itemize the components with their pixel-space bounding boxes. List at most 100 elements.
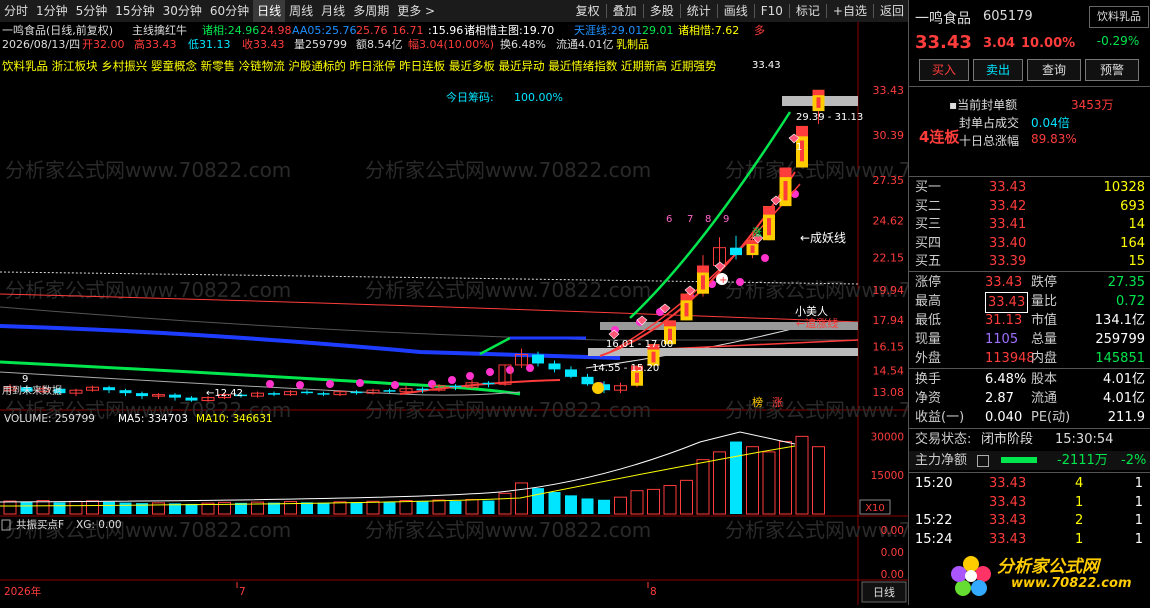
sell-button[interactable]: 卖出 — [973, 59, 1023, 81]
toolbar-button-3[interactable]: 统计 — [683, 0, 715, 22]
volume-bar — [350, 502, 363, 514]
price-change: 3.04 — [983, 36, 1016, 51]
price-tick: 14.54 — [873, 364, 905, 377]
watermark: 分析家公式网www.70822.com — [5, 158, 291, 182]
toolbar-button-7[interactable]: +自选 — [829, 0, 871, 22]
stock-code: 605179 — [983, 9, 1033, 24]
header2-text-10: 乳制品 — [616, 38, 649, 51]
order-row[interactable]: 买二 33.42 693 — [909, 197, 1150, 216]
tick-time: 15:22 — [915, 513, 953, 528]
period-tab-4[interactable]: 30分钟 — [159, 0, 206, 22]
tick-count: 1 — [1134, 476, 1143, 491]
logo-url: www.70822.com — [1011, 576, 1132, 591]
period-tab-10[interactable]: 更多 > — [393, 0, 439, 22]
stat-value: 113948 — [985, 351, 1035, 366]
volume-ma5: MA5: 334703 — [118, 413, 188, 425]
main-flow-pct: -2% — [1121, 453, 1147, 468]
buy-button[interactable]: 买入 — [919, 59, 969, 81]
annot-cheng-yao: ←成妖线 — [800, 231, 846, 245]
toolbar-button-5[interactable]: F10 — [757, 0, 787, 22]
toolbar-button-1[interactable]: 叠加 — [609, 0, 641, 22]
volume-bar — [663, 485, 677, 515]
tick-qty: 1 — [1075, 494, 1084, 510]
list-icon[interactable] — [977, 455, 989, 467]
watermark: 分析家公式网www.70822.com — [365, 518, 651, 542]
period-tab-9[interactable]: 多周期 — [349, 0, 393, 22]
period-tab-7[interactable]: 周线 — [285, 0, 317, 22]
stat-label: 外盘 — [915, 351, 942, 366]
volume-bar — [696, 459, 710, 515]
header2-text-2: 高33.43 — [134, 37, 177, 51]
kline-chart[interactable]: 分析家公式网www.70822.com 分析家公式网www.70822.com 分析… — [0, 22, 1011, 605]
signal-dot — [448, 376, 456, 384]
price-tick: 33.43 — [873, 84, 905, 97]
chip-value: 100.00% — [514, 91, 563, 104]
query-button[interactable]: 查询 — [1027, 59, 1081, 81]
limit-value-1: 3453万 — [1071, 98, 1114, 112]
stat-row: 最高 33.43 量比 0.72 — [909, 292, 1150, 313]
watermark: 分析家公式网www.70822.com — [365, 278, 651, 302]
order-row[interactable]: 买五 33.39 15 — [909, 252, 1150, 271]
candle-body-mid — [701, 275, 705, 290]
stock-name: 一鸣食品 — [915, 11, 971, 27]
site-logo: 分析家公式网 www.70822.com — [949, 548, 1149, 604]
alert-button[interactable]: 预警 — [1085, 59, 1139, 81]
annot-nine: 9 — [22, 374, 28, 385]
price-tick: 16.15 — [873, 340, 905, 353]
flow-bar — [1001, 457, 1037, 463]
chart-area[interactable]: 分析家公式网www.70822.com 分析家公式网www.70822.com 分析… — [0, 22, 1011, 605]
toolbar-button-4[interactable]: 画线 — [720, 0, 752, 22]
stat-value: 1105 — [985, 332, 1019, 347]
volume-bar — [762, 451, 776, 515]
header-text-8: 诸相惜主图:19.70 — [464, 23, 554, 37]
order-row[interactable]: 买三 33.41 14 — [909, 215, 1150, 234]
order-label: 买三 — [915, 217, 942, 232]
candle-body-mid — [651, 351, 656, 363]
order-qty: 10328 — [1103, 180, 1145, 195]
candle-body — [383, 390, 396, 392]
period-tab-8[interactable]: 月线 — [317, 0, 349, 22]
period-tab-2[interactable]: 5分钟 — [72, 0, 112, 22]
red-segment — [399, 379, 561, 395]
period-tab-1[interactable]: 1分钟 — [32, 0, 72, 22]
candle-body — [416, 388, 429, 391]
candle-body — [482, 382, 495, 385]
order-row[interactable]: 买一 33.43 10328 — [909, 178, 1150, 197]
sector-badge[interactable]: 饮料乳品 — [1089, 6, 1149, 28]
period-tab-3[interactable]: 15分钟 — [111, 0, 158, 22]
annot-range3: 29.39 - 31.13 — [796, 112, 863, 123]
limit-value-3: 89.83% — [1031, 132, 1077, 146]
candle-body — [565, 369, 577, 377]
concept-tags: 饮料乳品 浙江板块 乡村振兴 婴童概念 新零售 冷链物流 沪股通标的 昨日涨停 … — [2, 59, 717, 73]
volume-bar — [498, 492, 512, 515]
stat-value-2: 27.35 — [1107, 275, 1145, 290]
signal-dot — [428, 380, 436, 388]
stat-row: 现量 1105 总量 259799 — [909, 330, 1150, 349]
chip-label: 今日筹码: — [446, 90, 494, 104]
ma-line-blue — [0, 324, 621, 360]
toolbar-button-0[interactable]: 复权 — [572, 0, 604, 22]
main-flow-label: 主力净额 — [915, 453, 968, 468]
main-flow[interactable]: 主力净额 -2111万 -2% — [909, 451, 1150, 470]
signal-xg: XG: 0.00 — [76, 519, 122, 531]
period-tab-5[interactable]: 60分钟 — [206, 0, 253, 22]
signal-tick: 0.00 — [881, 569, 904, 581]
price-tick: 17.94 — [873, 314, 905, 327]
order-price: 33.39 — [989, 254, 1027, 269]
period-tab-6[interactable]: 日线 — [253, 0, 286, 22]
volume-bar — [449, 501, 462, 514]
signal-dot — [326, 380, 334, 388]
volume-bar — [630, 490, 644, 515]
tick-price: 33.43 — [989, 476, 1027, 491]
header2-text-1: 开32.00 — [82, 38, 125, 51]
stat-label: 净资 — [915, 391, 942, 406]
toolbar-button-6[interactable]: 标记 — [792, 0, 824, 22]
toolbar-button-2[interactable]: 多股 — [646, 0, 678, 22]
order-price: 33.41 — [989, 217, 1027, 232]
header2-text-4: 收33.43 — [242, 37, 285, 51]
period-tab-0[interactable]: 分时 — [0, 0, 32, 22]
stat-row: 涨停 33.43 跌停 27.35 — [909, 273, 1150, 292]
fast-line-green-early — [479, 336, 511, 356]
toolbar-button-8[interactable]: 返回 — [876, 0, 908, 22]
order-row[interactable]: 买四 33.40 164 — [909, 234, 1150, 253]
